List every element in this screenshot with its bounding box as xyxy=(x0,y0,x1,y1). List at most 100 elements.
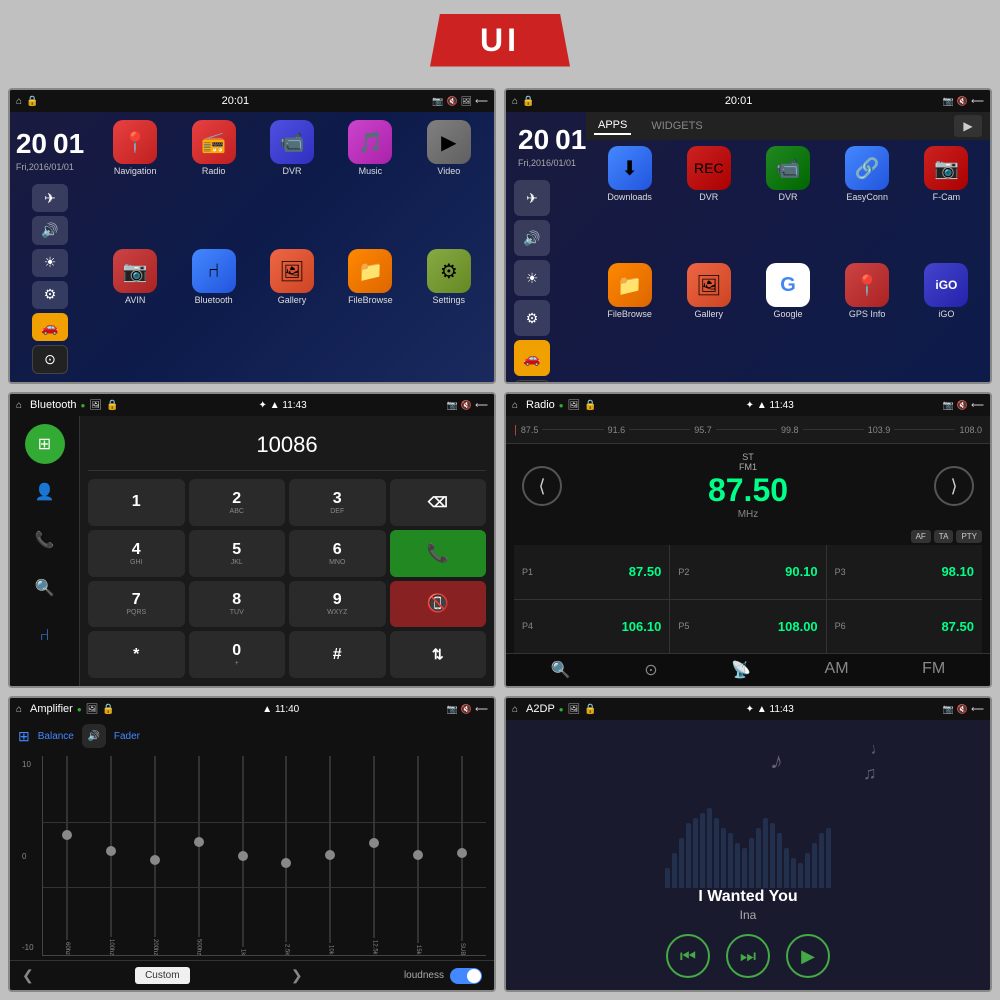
dial-9[interactable]: 9WXYZ xyxy=(289,581,386,628)
preset-p4[interactable]: P4 106.10 xyxy=(514,600,669,654)
app-igo[interactable]: iGO iGO xyxy=(909,263,984,376)
dial-5[interactable]: 5JKL xyxy=(189,530,286,577)
search-icon-bt[interactable]: 🔍 xyxy=(25,568,65,608)
eq-knob-12.5k[interactable] xyxy=(369,838,379,848)
eq-knob-2.5k[interactable] xyxy=(281,858,291,868)
side-btn-flight-2[interactable]: ✈ xyxy=(514,180,550,216)
side-btn-dots-1[interactable]: ⊙ xyxy=(32,345,68,374)
tab-apps[interactable]: APPS xyxy=(594,117,631,135)
side-btn-settings-2[interactable]: ⚙ xyxy=(514,300,550,336)
app-navigation[interactable]: 📍 Navigation xyxy=(98,120,172,245)
app-video[interactable]: ▶ Video xyxy=(412,120,486,245)
dial-6[interactable]: 6MNO xyxy=(289,530,386,577)
back-icon-5[interactable]: ⟵ xyxy=(475,704,488,715)
app-dvr[interactable]: 📹 DVR xyxy=(255,120,329,245)
dial-call[interactable]: 📞 xyxy=(390,530,487,577)
side-btn-bright-1[interactable]: ☀ xyxy=(32,249,68,277)
home-icon-5[interactable]: ⌂ xyxy=(16,704,22,715)
radio-fm-btn[interactable]: FM xyxy=(922,660,945,680)
dial-8[interactable]: 8TUV xyxy=(189,581,286,628)
eq-knob-200hz[interactable] xyxy=(150,855,160,865)
app-dvr3[interactable]: 📹 DVR xyxy=(750,146,825,259)
radio-next-btn[interactable]: ⟩ xyxy=(934,466,974,506)
apps-store-btn[interactable]: ▶ xyxy=(954,115,982,137)
dial-backspace[interactable]: ⌫ xyxy=(390,479,487,526)
dial-star[interactable]: * xyxy=(88,631,185,678)
eq-sliders-icon[interactable]: ⊞ xyxy=(18,728,30,745)
loudness-toggle[interactable] xyxy=(450,968,482,984)
preset-p6[interactable]: P6 87.50 xyxy=(827,600,982,654)
dial-hangup[interactable]: 📵 xyxy=(390,581,487,628)
pty-btn[interactable]: PTY xyxy=(956,530,982,543)
eq-knob-10k[interactable] xyxy=(325,850,335,860)
music-prev-btn[interactable]: ⏮ xyxy=(666,934,710,978)
back-icon-2[interactable]: ⟵ xyxy=(971,96,984,107)
dial-0[interactable]: 0+ xyxy=(189,631,286,678)
preset-p3[interactable]: P3 98.10 xyxy=(827,545,982,599)
preset-p1[interactable]: P1 87.50 xyxy=(514,545,669,599)
radio-info-btn[interactable]: ⊙ xyxy=(644,660,657,680)
eq-knob-SUB[interactable] xyxy=(457,848,467,858)
eq-preset-btn[interactable]: Custom xyxy=(135,967,189,984)
home-icon-3[interactable]: ⌂ xyxy=(16,400,22,411)
dial-pad-icon[interactable]: ⊞ xyxy=(25,424,65,464)
eq-knob-100hz[interactable] xyxy=(106,846,116,856)
app-dvr2[interactable]: REC DVR xyxy=(671,146,746,259)
app-avin[interactable]: 📷 AVIN xyxy=(98,249,172,374)
home-icon-1[interactable]: ⌂ xyxy=(16,96,22,107)
radio-search-btn[interactable]: 🔍 xyxy=(551,660,571,680)
ta-btn[interactable]: TA xyxy=(934,530,954,543)
app-google[interactable]: G Google xyxy=(750,263,825,376)
music-next-btn[interactable]: ▶ xyxy=(786,934,830,978)
side-btn-vol-1[interactable]: 🔊 xyxy=(32,216,68,244)
eq-knob-500hz[interactable] xyxy=(194,837,204,847)
af-btn[interactable]: AF xyxy=(911,530,931,543)
home-icon-4[interactable]: ⌂ xyxy=(512,400,518,411)
preset-p2[interactable]: P2 90.10 xyxy=(670,545,825,599)
app-downloads[interactable]: ⬇ Downloads xyxy=(592,146,667,259)
eq-knob-60hz[interactable] xyxy=(62,830,72,840)
bluetooth-icon[interactable]: ⑁ xyxy=(25,616,65,656)
back-icon-1[interactable]: ⟵ xyxy=(475,96,488,107)
tab-widgets[interactable]: WIDGETS xyxy=(647,118,706,134)
app-bluetooth[interactable]: ⑁ Bluetooth xyxy=(176,249,250,374)
dial-2[interactable]: 2ABC xyxy=(189,479,286,526)
eq-next-preset[interactable]: ❯ xyxy=(291,967,303,984)
dial-swap[interactable]: ⇅ xyxy=(390,631,487,678)
radio-antenna-btn[interactable]: 📡 xyxy=(731,660,751,680)
app-gallery2[interactable]: 🖼 Gallery xyxy=(671,263,746,376)
app-filebrowse[interactable]: 📁 FileBrowse xyxy=(333,249,407,374)
dial-1[interactable]: 1 xyxy=(88,479,185,526)
app-radio[interactable]: 📻 Radio xyxy=(176,120,250,245)
app-gpsinfo[interactable]: 📍 GPS Info xyxy=(830,263,905,376)
contacts-icon[interactable]: 👤 xyxy=(25,472,65,512)
side-btn-flight-1[interactable]: ✈ xyxy=(32,184,68,212)
music-play-pause-btn[interactable]: ⏭ xyxy=(726,934,770,978)
dial-7[interactable]: 7PQRS xyxy=(88,581,185,628)
side-btn-car-2[interactable]: 🚗 xyxy=(514,340,550,376)
calls-icon[interactable]: 📞 xyxy=(25,520,65,560)
side-btn-dots-2[interactable]: ⊙ xyxy=(514,380,550,384)
back-icon-3[interactable]: ⟵ xyxy=(475,400,488,411)
app-easyconn[interactable]: 🔗 EasyConn xyxy=(830,146,905,259)
home-icon-2[interactable]: ⌂ xyxy=(512,96,518,107)
side-btn-bright-2[interactable]: ☀ xyxy=(514,260,550,296)
eq-vol-btn[interactable]: 🔊 xyxy=(82,724,106,748)
eq-knob-15k[interactable] xyxy=(413,850,423,860)
app-gallery[interactable]: 🖼 Gallery xyxy=(255,249,329,374)
dial-3[interactable]: 3DEF xyxy=(289,479,386,526)
dial-4[interactable]: 4GHI xyxy=(88,530,185,577)
eq-prev-preset[interactable]: ❮ xyxy=(22,967,34,984)
radio-prev-btn[interactable]: ⟨ xyxy=(522,466,562,506)
back-icon-4[interactable]: ⟵ xyxy=(971,400,984,411)
back-icon-6[interactable]: ⟵ xyxy=(971,704,984,715)
radio-am-btn[interactable]: AM xyxy=(825,660,849,680)
side-btn-vol-2[interactable]: 🔊 xyxy=(514,220,550,256)
dial-hash[interactable]: # xyxy=(289,631,386,678)
app-filebrowse2[interactable]: 📁 FileBrowse xyxy=(592,263,667,376)
app-fcam[interactable]: 📷 F-Cam xyxy=(909,146,984,259)
side-btn-settings-1[interactable]: ⚙ xyxy=(32,281,68,309)
home-icon-6[interactable]: ⌂ xyxy=(512,704,518,715)
app-music[interactable]: 🎵 Music xyxy=(333,120,407,245)
eq-knob-1k[interactable] xyxy=(238,851,248,861)
